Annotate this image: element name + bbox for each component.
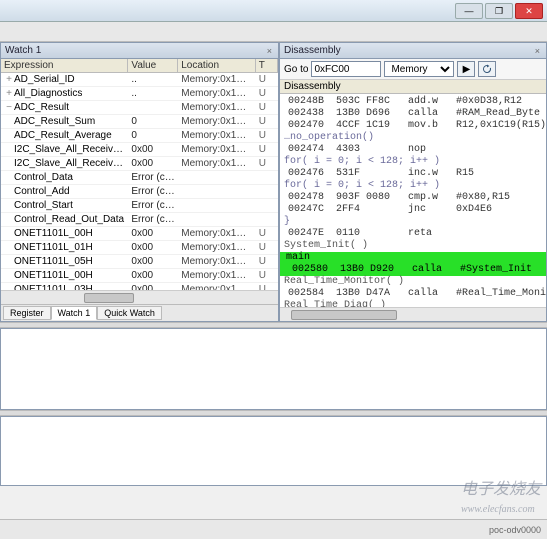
table-row[interactable]: ONET1101L_01H0x00Memory:0x1C14U [1, 241, 278, 255]
memory-select[interactable]: Memory [384, 61, 454, 77]
disasm-line[interactable]: for( i = 0; i < 128; i++ ) [280, 156, 546, 168]
goto-go-button[interactable]: ▶ [457, 61, 475, 77]
table-row[interactable]: +AD_Serial_ID..Memory:0x1C19U [1, 73, 278, 87]
output-pane[interactable] [0, 328, 547, 410]
disasm-line[interactable]: 002470 4CCF 1C19 mov.b R12,0x1C19(R15) [280, 120, 546, 132]
disasm-line[interactable]: 00247E 0110 reta [280, 228, 546, 240]
table-row[interactable]: +All_Diagnostics..Memory:0x1C0CU [1, 87, 278, 101]
table-row[interactable]: I2C_Slave_All_Received_Memory_Add…0x00Me… [1, 143, 278, 157]
refresh-icon [482, 64, 492, 74]
table-row[interactable]: Control_AddError (c… [1, 185, 278, 199]
disasm-line[interactable]: 00248B 503C FF8C add.w #0x0D38,R12 [280, 96, 546, 108]
disasm-hscrollbar[interactable] [280, 307, 546, 321]
disassembly-listing[interactable]: 00248B 503C FF8C add.w #0x0D38,R12002438… [280, 94, 546, 307]
output-pane-2[interactable] [0, 416, 547, 486]
watch-tabs: Register Watch 1 Quick Watch [1, 304, 278, 321]
tab-quickwatch[interactable]: Quick Watch [97, 306, 162, 320]
disasm-line[interactable]: Real_Time_Monitor( ) [280, 276, 546, 288]
disasm-line[interactable]: for( i = 0; i < 128; i++ ) [280, 180, 546, 192]
table-row[interactable]: ONET1101L_05H0x00Memory:0x1C15U [1, 255, 278, 269]
table-row[interactable]: ONET1101L_00H0x00Memory:0x1C13U [1, 227, 278, 241]
disasm-line[interactable]: 002584 13B0 D47A calla #Real_Time_Monito… [280, 288, 546, 300]
watch-panel-title: Watch 1 [5, 45, 41, 56]
col-type[interactable]: T [256, 59, 278, 72]
goto-refresh-button[interactable] [478, 61, 496, 77]
toolbar-strip [0, 22, 547, 42]
watch-hscrollbar[interactable] [1, 290, 278, 304]
table-row[interactable]: Control_DataError (c… [1, 171, 278, 185]
disasm-line[interactable]: 002474 4303 nop [280, 144, 546, 156]
goto-label: Go to [284, 64, 308, 75]
table-row[interactable]: ADC_Result_Average0Memory:0x1C0CU [1, 129, 278, 143]
disasm-line[interactable]: 002478 903F 0080 cmp.w #0x80,R15 [280, 192, 546, 204]
disassembly-panel-close-icon[interactable]: × [533, 46, 542, 56]
col-location[interactable]: Location [178, 59, 256, 72]
table-row[interactable]: ONET1101L_03H0x00Memory:0x1C17U [1, 283, 278, 290]
disasm-line[interactable]: Real_Time_Diag( ) [280, 300, 546, 307]
watch-table[interactable]: Expression Value Location T +AD_Serial_I… [1, 59, 278, 290]
table-row[interactable]: ONET1101L_00H0x00Memory:0x1C16U [1, 269, 278, 283]
disasm-line[interactable]: 002476 531F inc.w R15 [280, 168, 546, 180]
minimize-button[interactable]: — [455, 3, 483, 19]
window-titlebar: — ❐ ✕ [0, 0, 547, 22]
tab-watch1[interactable]: Watch 1 [51, 306, 98, 320]
col-value[interactable]: Value [128, 59, 178, 72]
disassembly-panel-title: Disassembly [284, 45, 341, 56]
maximize-button[interactable]: ❐ [485, 3, 513, 19]
close-button[interactable]: ✕ [515, 3, 543, 19]
disassembly-toolbar: Go to Memory ▶ [280, 59, 546, 80]
disasm-line[interactable]: 002580 13B0 D920 calla #System_Init [280, 264, 546, 276]
disasm-line[interactable]: 00247C 2FF4 jnc 0xD4E6 [280, 204, 546, 216]
col-expression[interactable]: Expression [1, 59, 128, 72]
disasm-line[interactable]: …no_operation() [280, 132, 546, 144]
status-bar: poc-odv0000 [0, 519, 547, 539]
table-row[interactable]: Control_StartError (c… [1, 199, 278, 213]
watch-panel-close-icon[interactable]: × [265, 46, 274, 56]
disasm-line[interactable]: main [280, 252, 546, 264]
table-row[interactable]: ADC_Result_Sum0Memory:0x1C0AU [1, 115, 278, 129]
watch-panel: Watch 1 × Expression Value Location T +A… [0, 42, 279, 322]
table-row[interactable]: Control_Read_Out_DataError (c… [1, 213, 278, 227]
disassembly-section-header: Disassembly [280, 80, 546, 94]
tab-register[interactable]: Register [3, 306, 51, 320]
status-text: poc-odv0000 [489, 525, 541, 535]
disasm-line[interactable]: 002438 13B0 D696 calla #RAM_Read_Byte [280, 108, 546, 120]
table-row[interactable]: I2C_Slave_All_Received_Bytes_Count0x00Me… [1, 157, 278, 171]
disasm-line[interactable]: System_Init( ) [280, 240, 546, 252]
disasm-line[interactable]: } [280, 216, 546, 228]
table-row[interactable]: −ADC_ResultMemory:0x1C02U [1, 101, 278, 115]
disassembly-panel: Disassembly × Go to Memory ▶ Disassembly… [279, 42, 547, 322]
goto-input[interactable] [311, 61, 381, 77]
watch-table-header: Expression Value Location T [1, 59, 278, 73]
